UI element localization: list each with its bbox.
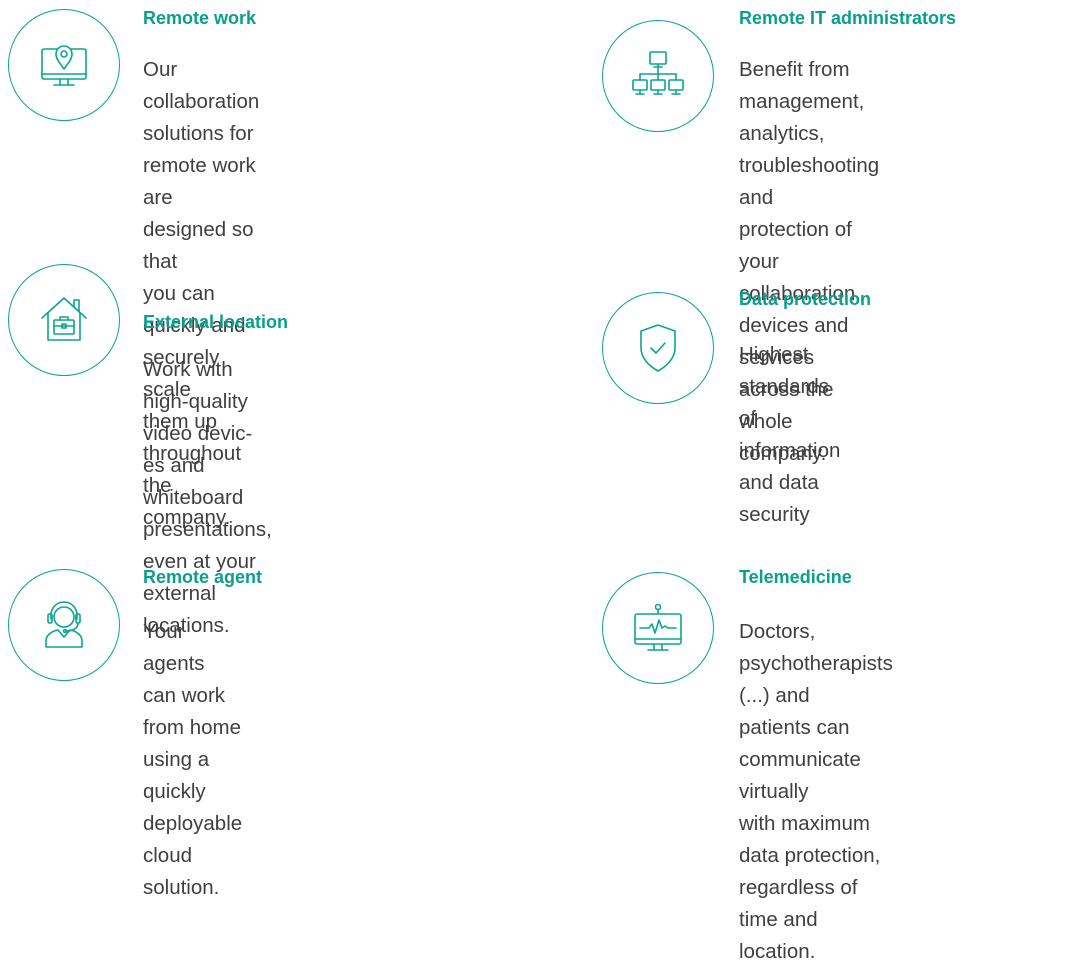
headset-agent-icon xyxy=(8,569,120,681)
feature-title: Remote agent xyxy=(143,567,263,587)
feature-title: Telemedicine xyxy=(739,567,852,587)
monitor-heartbeat-icon xyxy=(602,572,714,684)
feature-description: Highest standards of information and dat… xyxy=(739,343,841,526)
feature-description: Your agents can work from home using a q… xyxy=(143,620,243,899)
shield-check-icon xyxy=(602,292,714,404)
feature-description: Doctors, psychotherapists (...) and pati… xyxy=(739,620,893,963)
feature-title: Remote IT administrators xyxy=(739,8,957,28)
feature-title: Data protection xyxy=(739,289,872,309)
feature-description: Work with high-quality video devic- es a… xyxy=(143,358,272,637)
house-briefcase-icon xyxy=(8,264,120,376)
feature-title: Remote work xyxy=(143,8,257,28)
feature-title: External location xyxy=(143,312,289,332)
monitor-location-pin-icon xyxy=(8,9,120,121)
network-monitors-icon xyxy=(602,20,714,132)
